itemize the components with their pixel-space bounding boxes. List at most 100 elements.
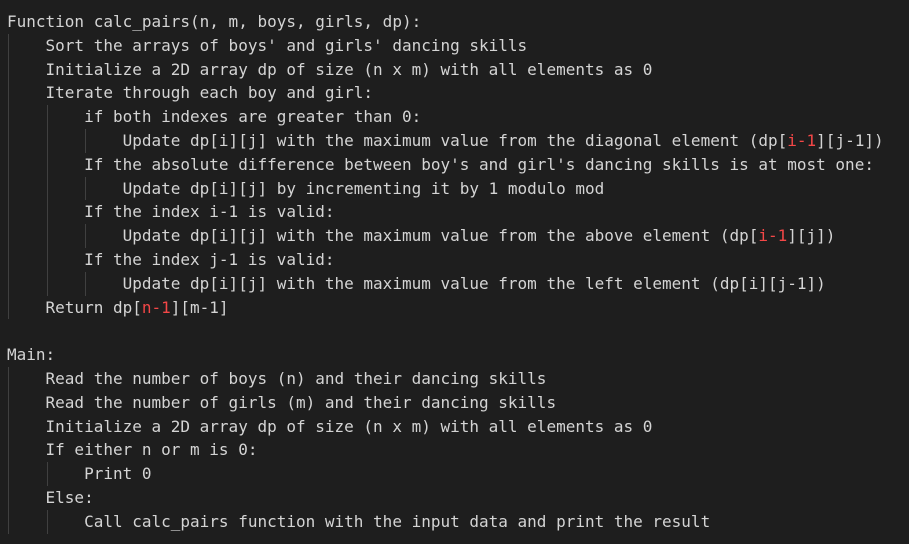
indent-guide <box>8 390 9 415</box>
code-token: ][m-1] <box>170 297 229 317</box>
code-line[interactable]: Function calc_pairs(n, m, boys, girls, d… <box>7 10 884 34</box>
indent-guide <box>8 224 9 248</box>
code-token: Iterate through each boy and girl: <box>45 83 374 103</box>
highlighted-token: i-1 <box>787 130 817 150</box>
code-token: if both indexes are greater than 0: <box>84 107 422 127</box>
indent-guide <box>8 485 9 510</box>
indent-guide <box>8 462 9 486</box>
indent-guide <box>46 509 48 534</box>
code-token: ][j]) <box>787 226 836 246</box>
indent-guide <box>46 128 48 153</box>
code-line[interactable]: Initialize a 2D array dp of size (n x m)… <box>7 414 884 439</box>
code-token: If the index j-1 is valid: <box>84 249 335 269</box>
code-token: If either n or m is 0: <box>45 440 258 460</box>
indent-guide <box>46 224 48 248</box>
indent-guide <box>8 247 9 272</box>
code-token: Main: <box>7 345 56 365</box>
code-line[interactable]: Read the number of boys (n) and their da… <box>7 366 884 391</box>
code-line[interactable]: Sort the arrays of boys' and girls' danc… <box>7 33 884 58</box>
code-line[interactable]: Initialize a 2D array dp of size (n x m)… <box>7 57 884 82</box>
indent-guide <box>46 152 48 177</box>
highlighted-token: i-1 <box>758 226 788 246</box>
code-line[interactable]: If the index i-1 is valid: <box>7 200 884 225</box>
indent-guide <box>8 152 9 177</box>
indent-guide <box>46 462 48 486</box>
code-line[interactable]: Update dp[i][j] with the maximum value f… <box>7 128 884 153</box>
code-token: Read the number of boys (n) and their da… <box>45 368 547 388</box>
code-token: ][j-1]) <box>816 130 884 150</box>
code-line[interactable]: Main: <box>7 343 884 367</box>
indent-guide <box>8 414 9 439</box>
code-line[interactable]: Read the number of girls (m) and their d… <box>7 390 884 415</box>
code-token: Function calc_pairs(n, m, boys, girls, d… <box>7 12 422 31</box>
code-line[interactable]: Update dp[i][j] with the maximum value f… <box>7 224 884 248</box>
indent-guide <box>85 271 87 296</box>
code-token: Initialize a 2D array dp of size (n x m)… <box>45 416 653 436</box>
indent-guide <box>8 33 9 58</box>
code-line[interactable]: Update dp[i][j] with the maximum value f… <box>7 271 884 296</box>
code-line[interactable]: Else: <box>7 485 884 510</box>
code-token: Read the number of girls (m) and their d… <box>45 392 557 412</box>
indent-guide <box>46 200 48 225</box>
code-editor[interactable]: Function calc_pairs(n, m, boys, girls, d… <box>0 0 909 544</box>
code-token: Update dp[i][j] with the maximum value f… <box>122 130 788 150</box>
code-line[interactable]: Print 0 <box>7 462 884 486</box>
indent-guide <box>8 200 9 225</box>
code-token: If the index i-1 is valid: <box>84 202 335 222</box>
code-line[interactable]: Update dp[i][j] by incrementing it by 1 … <box>7 176 884 201</box>
code-token: Else: <box>45 487 94 507</box>
indent-guide <box>8 366 9 391</box>
code-token: If the absolute difference between boy's… <box>84 154 874 174</box>
code-token: Return dp[ <box>45 297 142 317</box>
indent-guide <box>85 224 87 248</box>
indent-guide <box>8 509 9 534</box>
indent-guide <box>46 176 48 201</box>
code-line[interactable] <box>7 319 884 343</box>
code-line[interactable]: Call calc_pairs function with the input … <box>7 509 884 534</box>
code-token: Print 0 <box>84 464 152 484</box>
indent-guide <box>8 438 9 463</box>
code-token: Update dp[i][j] with the maximum value f… <box>122 273 826 293</box>
code-token: Call calc_pairs function with the input … <box>84 511 711 531</box>
indent-guide <box>85 128 87 153</box>
code-line[interactable]: If the index j-1 is valid: <box>7 247 884 272</box>
code-token: Initialize a 2D array dp of size (n x m)… <box>45 59 653 79</box>
indent-guide <box>8 128 9 153</box>
code-line[interactable]: if both indexes are greater than 0: <box>7 105 884 129</box>
indent-guide <box>46 105 48 129</box>
indent-guide <box>46 271 48 296</box>
indent-guide <box>8 105 9 129</box>
code-token: Sort the arrays of boys' and girls' danc… <box>45 35 528 55</box>
indent-guide <box>46 247 48 272</box>
code-line[interactable]: If the absolute difference between boy's… <box>7 152 884 177</box>
indent-guide <box>85 176 87 201</box>
code-line[interactable]: Return dp[n-1][m-1] <box>7 295 884 320</box>
indent-guide <box>8 271 9 296</box>
code-area[interactable]: Function calc_pairs(n, m, boys, girls, d… <box>7 10 884 534</box>
indent-guide <box>8 176 9 201</box>
highlighted-token: n-1 <box>141 297 171 317</box>
code-line[interactable]: Iterate through each boy and girl: <box>7 81 884 106</box>
indent-guide <box>8 81 9 106</box>
code-line[interactable]: If either n or m is 0: <box>7 438 884 463</box>
indent-guide <box>8 295 9 320</box>
